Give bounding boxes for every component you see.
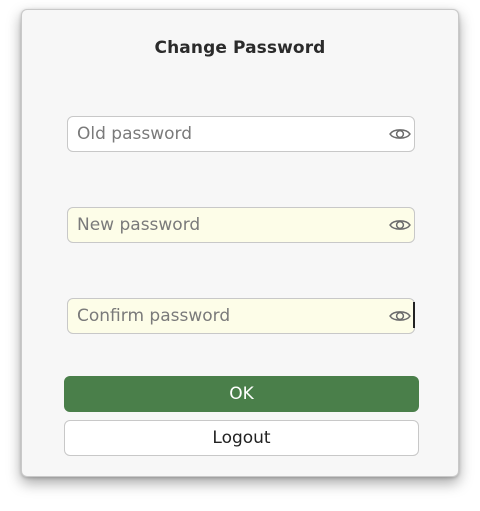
old-password-field[interactable] <box>67 116 415 152</box>
text-cursor <box>413 302 415 328</box>
eye-icon[interactable] <box>388 304 412 328</box>
ok-button[interactable]: OK <box>64 376 419 412</box>
eye-icon[interactable] <box>388 213 412 237</box>
dialog-title: Change Password <box>154 38 326 58</box>
confirm-password-field[interactable] <box>67 298 415 334</box>
logout-button[interactable]: Logout <box>64 420 419 456</box>
eye-icon[interactable] <box>388 122 412 146</box>
new-password-field[interactable] <box>67 207 415 243</box>
change-password-dialog: Change Password OK Logout <box>21 9 459 477</box>
old-password-input[interactable] <box>68 117 378 151</box>
new-password-input[interactable] <box>68 208 378 242</box>
confirm-password-input[interactable] <box>68 299 378 333</box>
